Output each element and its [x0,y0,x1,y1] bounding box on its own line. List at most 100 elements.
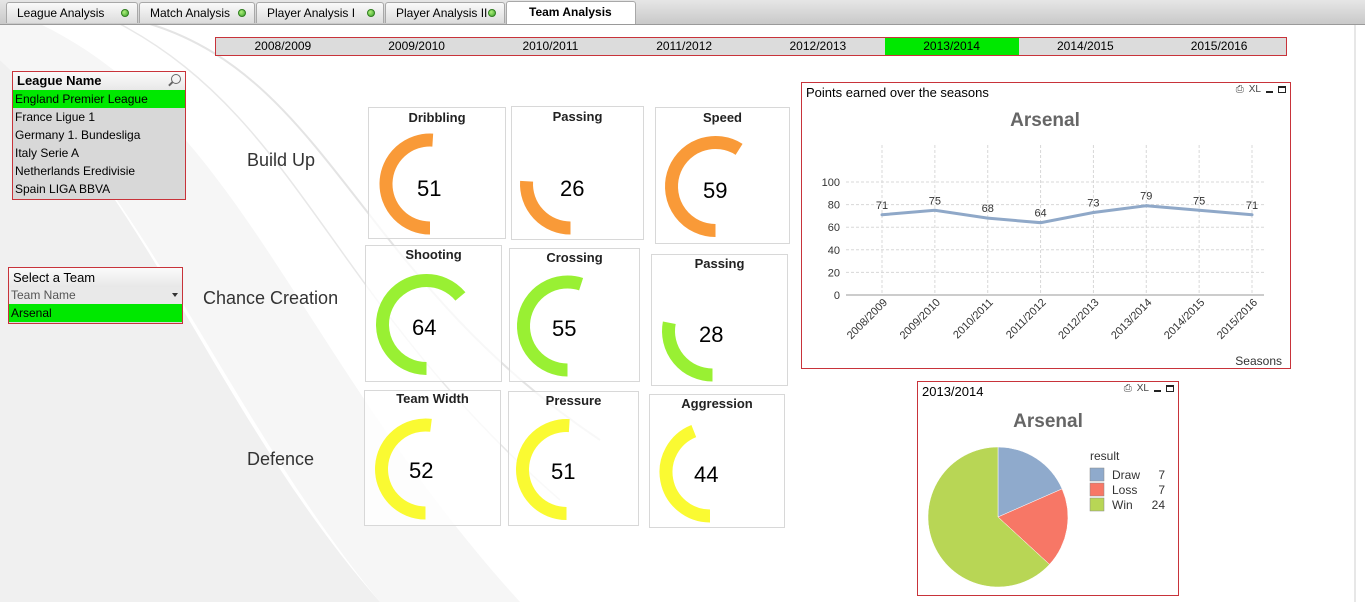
gauge-chance-passing[interactable]: Passing 28 [651,254,788,386]
gauge-arc [379,133,434,235]
gauge-pressure[interactable]: Pressure 51 [508,391,639,526]
result-pie-chart-panel[interactable]: 2013/2014 ⎙ XL Arsenal result Draw 7 Loss 7 Wi… [917,381,1179,596]
dropdown-arrow-icon[interactable] [172,293,178,297]
season-option[interactable]: 2009/2010 [350,38,484,55]
pie-chart: Arsenal result Draw 7 Loss 7 Win 24 [927,411,1166,588]
minimize-icon[interactable] [1266,91,1273,93]
gauge-speed[interactable]: Speed 59 [655,107,790,244]
search-icon[interactable] [171,74,181,84]
gauge-aggression[interactable]: Aggression 44 [649,394,785,528]
team-listbox: Select a Team Team Name Arsenal [8,267,183,324]
season-selector: 2008/2009 2009/2010 2010/2011 2011/2012 … [215,37,1287,56]
data-label: 75 [1193,195,1205,207]
league-listbox: League Name England Premier League Franc… [12,71,186,200]
data-label: 64 [1034,208,1046,220]
y-tick-label: 40 [828,245,840,257]
gauge-value: 51 [551,459,576,484]
data-point [1039,221,1043,225]
gauge-value: 64 [412,315,437,340]
panel-toolbar: ⎙ XL [1236,84,1286,95]
data-point [1091,211,1095,215]
tab-label: Player Analysis II [396,6,488,20]
data-point [1250,213,1254,217]
league-item[interactable]: Netherlands Eredivisie [13,162,185,180]
maximize-icon[interactable] [1278,86,1286,93]
tab-league-analysis[interactable]: League Analysis [6,2,138,23]
status-dot-icon [121,9,129,17]
team-item[interactable]: Arsenal [9,304,182,322]
legend-label: Win [1112,498,1133,512]
legend-value: 24 [1152,498,1166,512]
season-option[interactable]: 2008/2009 [216,38,350,55]
panel-caption: 2013/2014 [922,384,984,399]
data-label: 71 [876,200,888,212]
tab-player-analysis-ii[interactable]: Player Analysis II [385,2,505,23]
data-point [880,213,884,217]
season-option-selected[interactable]: 2013/2014 [884,38,1019,55]
y-tick-label: 80 [828,200,840,212]
minimize-icon[interactable] [1154,390,1161,392]
legend-swatch [1089,482,1105,497]
league-item[interactable]: France Ligue 1 [13,108,185,126]
x-tick-label: 2014/2015 [1162,297,1207,342]
gauge-arc [375,418,432,520]
sheet-tab-bar: League Analysis Match Analysis Player An… [0,0,1365,25]
tab-label: League Analysis [17,6,105,20]
season-option[interactable]: 2014/2015 [1019,38,1153,55]
export-excel-button[interactable]: XL [1249,84,1261,95]
season-option[interactable]: 2011/2012 [617,38,751,55]
panel-toolbar: ⎙ XL [1124,383,1174,394]
gauge-team-width[interactable]: Team Width 52 [364,390,501,526]
league-item[interactable]: Germany 1. Bundesliga [13,126,185,144]
data-label: 68 [982,203,994,215]
x-tick-label: 2008/2009 [845,297,890,342]
data-point [1144,204,1148,208]
tab-team-analysis[interactable]: Team Analysis [506,1,636,24]
data-label: 73 [1087,198,1099,210]
team-name-column-header[interactable]: Team Name [9,287,182,304]
gauge-shooting[interactable]: Shooting 64 [365,245,502,382]
chart-title: Arsenal [1013,411,1083,432]
series-line [881,204,1253,225]
print-icon[interactable]: ⎙ [1236,84,1244,95]
tab-label: Team Analysis [529,5,612,19]
x-tick-label: 2010/2011 [951,297,996,342]
legend-swatch [1089,497,1105,512]
maximize-icon[interactable] [1166,385,1174,392]
export-excel-button[interactable]: XL [1137,383,1149,394]
gauge-value: 55 [552,316,577,341]
season-option[interactable]: 2012/2013 [751,38,885,55]
legend-value: 7 [1158,468,1165,482]
row-label-chance-creation: Chance Creation [203,288,339,308]
points-line-chart-panel[interactable]: Points earned over the seasons ⎙ XL Arse… [801,82,1291,369]
data-point [1197,208,1201,212]
tab-player-analysis-i[interactable]: Player Analysis I [256,2,384,23]
y-tick-label: 100 [822,177,840,189]
season-option[interactable]: 2010/2011 [484,38,618,55]
status-dot-icon [488,9,496,17]
gauge-arc [662,321,713,382]
print-icon[interactable]: ⎙ [1124,383,1132,394]
gauge-crossing[interactable]: Crossing 55 [509,248,640,382]
league-listbox-title: League Name [13,72,185,90]
x-tick-label: 2013/2014 [1109,297,1154,342]
gauge-arc [665,136,743,237]
gauge-value: 44 [694,462,719,487]
gauge-build-passing[interactable]: Passing 26 [511,106,644,240]
data-label: 71 [1246,200,1258,212]
legend-swatch [1089,467,1105,482]
tab-match-analysis[interactable]: Match Analysis [139,2,255,23]
x-tick-label: 2015/2016 [1215,297,1260,342]
season-option[interactable]: 2015/2016 [1152,38,1286,55]
league-item[interactable]: Spain LIGA BBVA [13,180,185,198]
gauge-value: 26 [560,176,585,201]
tab-label: Player Analysis I [267,6,356,20]
league-item[interactable]: England Premier League [13,90,185,108]
league-item[interactable]: Italy Serie A [13,144,185,162]
legend-title: result [1090,449,1120,463]
gauge-dribbling[interactable]: Dribbling 51 [368,107,506,239]
data-point [933,208,937,212]
panel-caption: Points earned over the seasons [806,85,989,100]
team-listbox-title: Select a Team [9,268,182,287]
x-axis-label: Seasons [1235,354,1282,367]
